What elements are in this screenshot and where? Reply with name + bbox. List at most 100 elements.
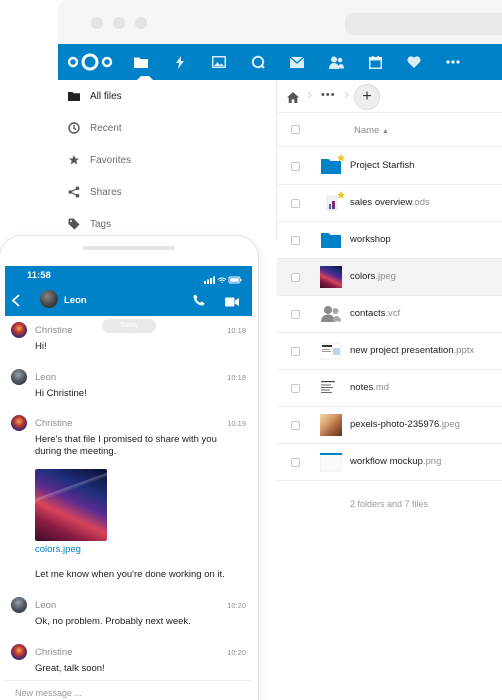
talk-icon[interactable] xyxy=(248,52,268,72)
shared-image-preview[interactable] xyxy=(35,469,107,541)
select-all-checkbox[interactable] xyxy=(291,125,300,134)
file-row[interactable]: workflow mockup.png xyxy=(277,444,502,481)
breadcrumb-more-button[interactable]: ••• xyxy=(321,89,336,101)
file-name[interactable]: colors.jpeg xyxy=(350,271,396,282)
file-name[interactable]: notes.md xyxy=(350,382,389,393)
message-text: Hi Christine! xyxy=(35,388,87,399)
folder-icon xyxy=(320,229,342,251)
presentation-thumbnail xyxy=(319,340,343,362)
sort-by-name-header[interactable]: Name ▲ xyxy=(354,125,389,136)
avatar[interactable] xyxy=(40,290,58,308)
status-bar-icons xyxy=(204,271,242,289)
message-text: Great, talk soon! xyxy=(35,663,105,674)
file-name[interactable]: workflow mockup.png xyxy=(350,456,441,467)
files-folder-icon[interactable] xyxy=(131,52,153,80)
message-author: Christine xyxy=(35,325,73,336)
avatar[interactable] xyxy=(11,597,27,613)
file-name[interactable]: new project presentation.pptx xyxy=(350,345,474,356)
clock-icon xyxy=(67,121,81,135)
file-row[interactable]: colors.jpeg xyxy=(277,259,502,296)
file-row[interactable]: new project presentation.pptx xyxy=(277,333,502,370)
file-name[interactable]: Project Starfish xyxy=(350,160,414,171)
more-apps-icon[interactable] xyxy=(443,52,463,72)
video-call-icon[interactable] xyxy=(225,294,239,312)
sidebar-item-label: Shares xyxy=(90,186,122,198)
image-thumbnail xyxy=(320,414,342,436)
row-checkbox[interactable] xyxy=(291,199,300,208)
message-text: Ok, no problem. Probably next week. xyxy=(35,616,191,627)
message-author: Christine xyxy=(35,647,73,658)
row-checkbox[interactable] xyxy=(291,236,300,245)
file-name[interactable]: contacts.vcf xyxy=(350,308,400,319)
row-checkbox[interactable] xyxy=(291,162,300,171)
message-input[interactable] xyxy=(15,688,215,698)
message-time: 10:18 xyxy=(227,373,246,382)
folder-icon xyxy=(67,89,81,103)
file-count-summary: 2 folders and 7 files xyxy=(350,499,429,509)
row-checkbox[interactable] xyxy=(291,310,300,319)
back-chevron-icon[interactable] xyxy=(11,294,21,312)
mail-icon[interactable] xyxy=(287,52,307,72)
message-time: 10:20 xyxy=(227,648,246,657)
message-author: Leon xyxy=(35,600,57,611)
message-author: Christine xyxy=(35,418,73,429)
row-checkbox[interactable] xyxy=(291,458,300,467)
message-text: Hi! xyxy=(35,341,47,352)
message-text: Here's that file I promised to share wit… xyxy=(35,434,217,457)
sidebar-item-label: Favorites xyxy=(90,154,132,166)
file-row[interactable]: Project Starfish xyxy=(277,148,502,185)
calendar-icon[interactable] xyxy=(365,52,385,72)
window-maximize-dot[interactable] xyxy=(135,17,147,29)
activity-bolt-icon[interactable] xyxy=(170,52,190,72)
row-checkbox[interactable] xyxy=(291,347,300,356)
avatar[interactable] xyxy=(11,369,27,385)
new-file-button[interactable]: + xyxy=(354,84,380,110)
contacts-icon[interactable] xyxy=(326,52,346,72)
contacts-file-icon xyxy=(320,303,342,325)
date-separator: Today xyxy=(102,319,156,333)
phone-call-icon[interactable] xyxy=(193,293,205,311)
favorite-star-icon[interactable] xyxy=(336,187,346,205)
home-icon[interactable] xyxy=(287,90,299,108)
sidebar-item-recent[interactable]: Recent xyxy=(58,112,277,144)
contact-name[interactable]: Leon xyxy=(64,295,87,306)
row-checkbox[interactable] xyxy=(291,384,300,393)
image-thumbnail xyxy=(320,266,342,288)
status-bar-time: 11:58 xyxy=(27,270,51,281)
favorites-heart-icon[interactable] xyxy=(404,52,424,72)
avatar[interactable] xyxy=(11,644,27,660)
image-thumbnail xyxy=(319,451,343,473)
file-row[interactable]: contacts.vcf xyxy=(277,296,502,333)
sidebar-item-shares[interactable]: Shares xyxy=(58,176,277,208)
window-minimize-dot[interactable] xyxy=(113,17,125,29)
chat-header: 11:58 Leon xyxy=(5,266,252,316)
window-close-dot[interactable] xyxy=(91,17,103,29)
address-bar[interactable] xyxy=(345,13,502,35)
share-icon xyxy=(67,185,81,199)
favorite-star-icon[interactable] xyxy=(336,150,346,168)
file-name[interactable]: pexels-photo-235976.jpeg xyxy=(350,419,460,430)
row-checkbox[interactable] xyxy=(291,421,300,430)
shared-file-link[interactable]: colors.jpeg xyxy=(35,544,81,555)
message-text: Let me know when you're done working on … xyxy=(35,569,225,580)
file-row[interactable]: notes.md xyxy=(277,370,502,407)
nextcloud-logo[interactable] xyxy=(67,53,113,71)
phone-mockup: 11:58 Leon Today Christine 10:18 Hi! Leo… xyxy=(0,236,258,700)
avatar[interactable] xyxy=(11,415,27,431)
sidebar-item-all-files[interactable]: All files xyxy=(58,80,277,112)
photos-icon[interactable] xyxy=(209,52,229,72)
file-name[interactable]: workshop xyxy=(350,234,391,245)
sidebar-item-favorites[interactable]: Favorites xyxy=(58,144,277,176)
file-row[interactable]: workshop xyxy=(277,222,502,259)
breadcrumb-separator: › xyxy=(344,86,350,103)
message-author: Leon xyxy=(35,372,57,383)
avatar[interactable] xyxy=(11,322,27,338)
message-time: 10:18 xyxy=(227,326,246,335)
browser-toolbar xyxy=(58,0,502,44)
message-composer xyxy=(5,680,252,700)
row-checkbox[interactable] xyxy=(291,273,300,282)
file-name[interactable]: sales overview.ods xyxy=(350,197,430,208)
file-row[interactable]: pexels-photo-235976.jpeg xyxy=(277,407,502,444)
sidebar-item-label: Tags xyxy=(90,218,112,230)
file-row[interactable]: sales overview.ods xyxy=(277,185,502,222)
